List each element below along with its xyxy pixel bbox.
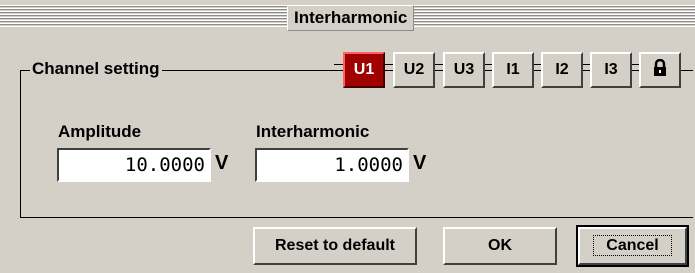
tab-u1[interactable]: U1 (343, 52, 385, 88)
interharmonic-input[interactable]: 1.0000 (255, 148, 409, 182)
tab-u2[interactable]: U2 (393, 52, 435, 88)
amplitude-label: Amplitude (58, 122, 142, 141)
title-bar: Interharmonic (0, 0, 695, 32)
lock-button[interactable] (639, 52, 681, 88)
amplitude-input[interactable]: 10.0000 (57, 148, 211, 182)
tab-i1[interactable]: I1 (492, 52, 534, 88)
amplitude-unit: V (215, 152, 229, 174)
channel-setting-label: Channel setting (30, 58, 162, 80)
channel-setting-group (20, 70, 693, 218)
reset-to-default-button[interactable]: Reset to default (253, 227, 417, 265)
ok-button[interactable]: OK (443, 227, 557, 265)
interharmonic-unit: V (413, 152, 427, 174)
tab-i3[interactable]: I3 (590, 52, 632, 88)
tab-i2[interactable]: I2 (541, 52, 583, 88)
dialog-title: Interharmonic (287, 5, 415, 31)
cancel-button-label: Cancel (593, 235, 672, 256)
tab-separator (334, 64, 343, 65)
interharmonic-label: Interharmonic (256, 122, 370, 141)
tab-u3[interactable]: U3 (443, 52, 485, 88)
lock-icon (654, 59, 666, 77)
cancel-button[interactable]: Cancel (576, 225, 689, 267)
